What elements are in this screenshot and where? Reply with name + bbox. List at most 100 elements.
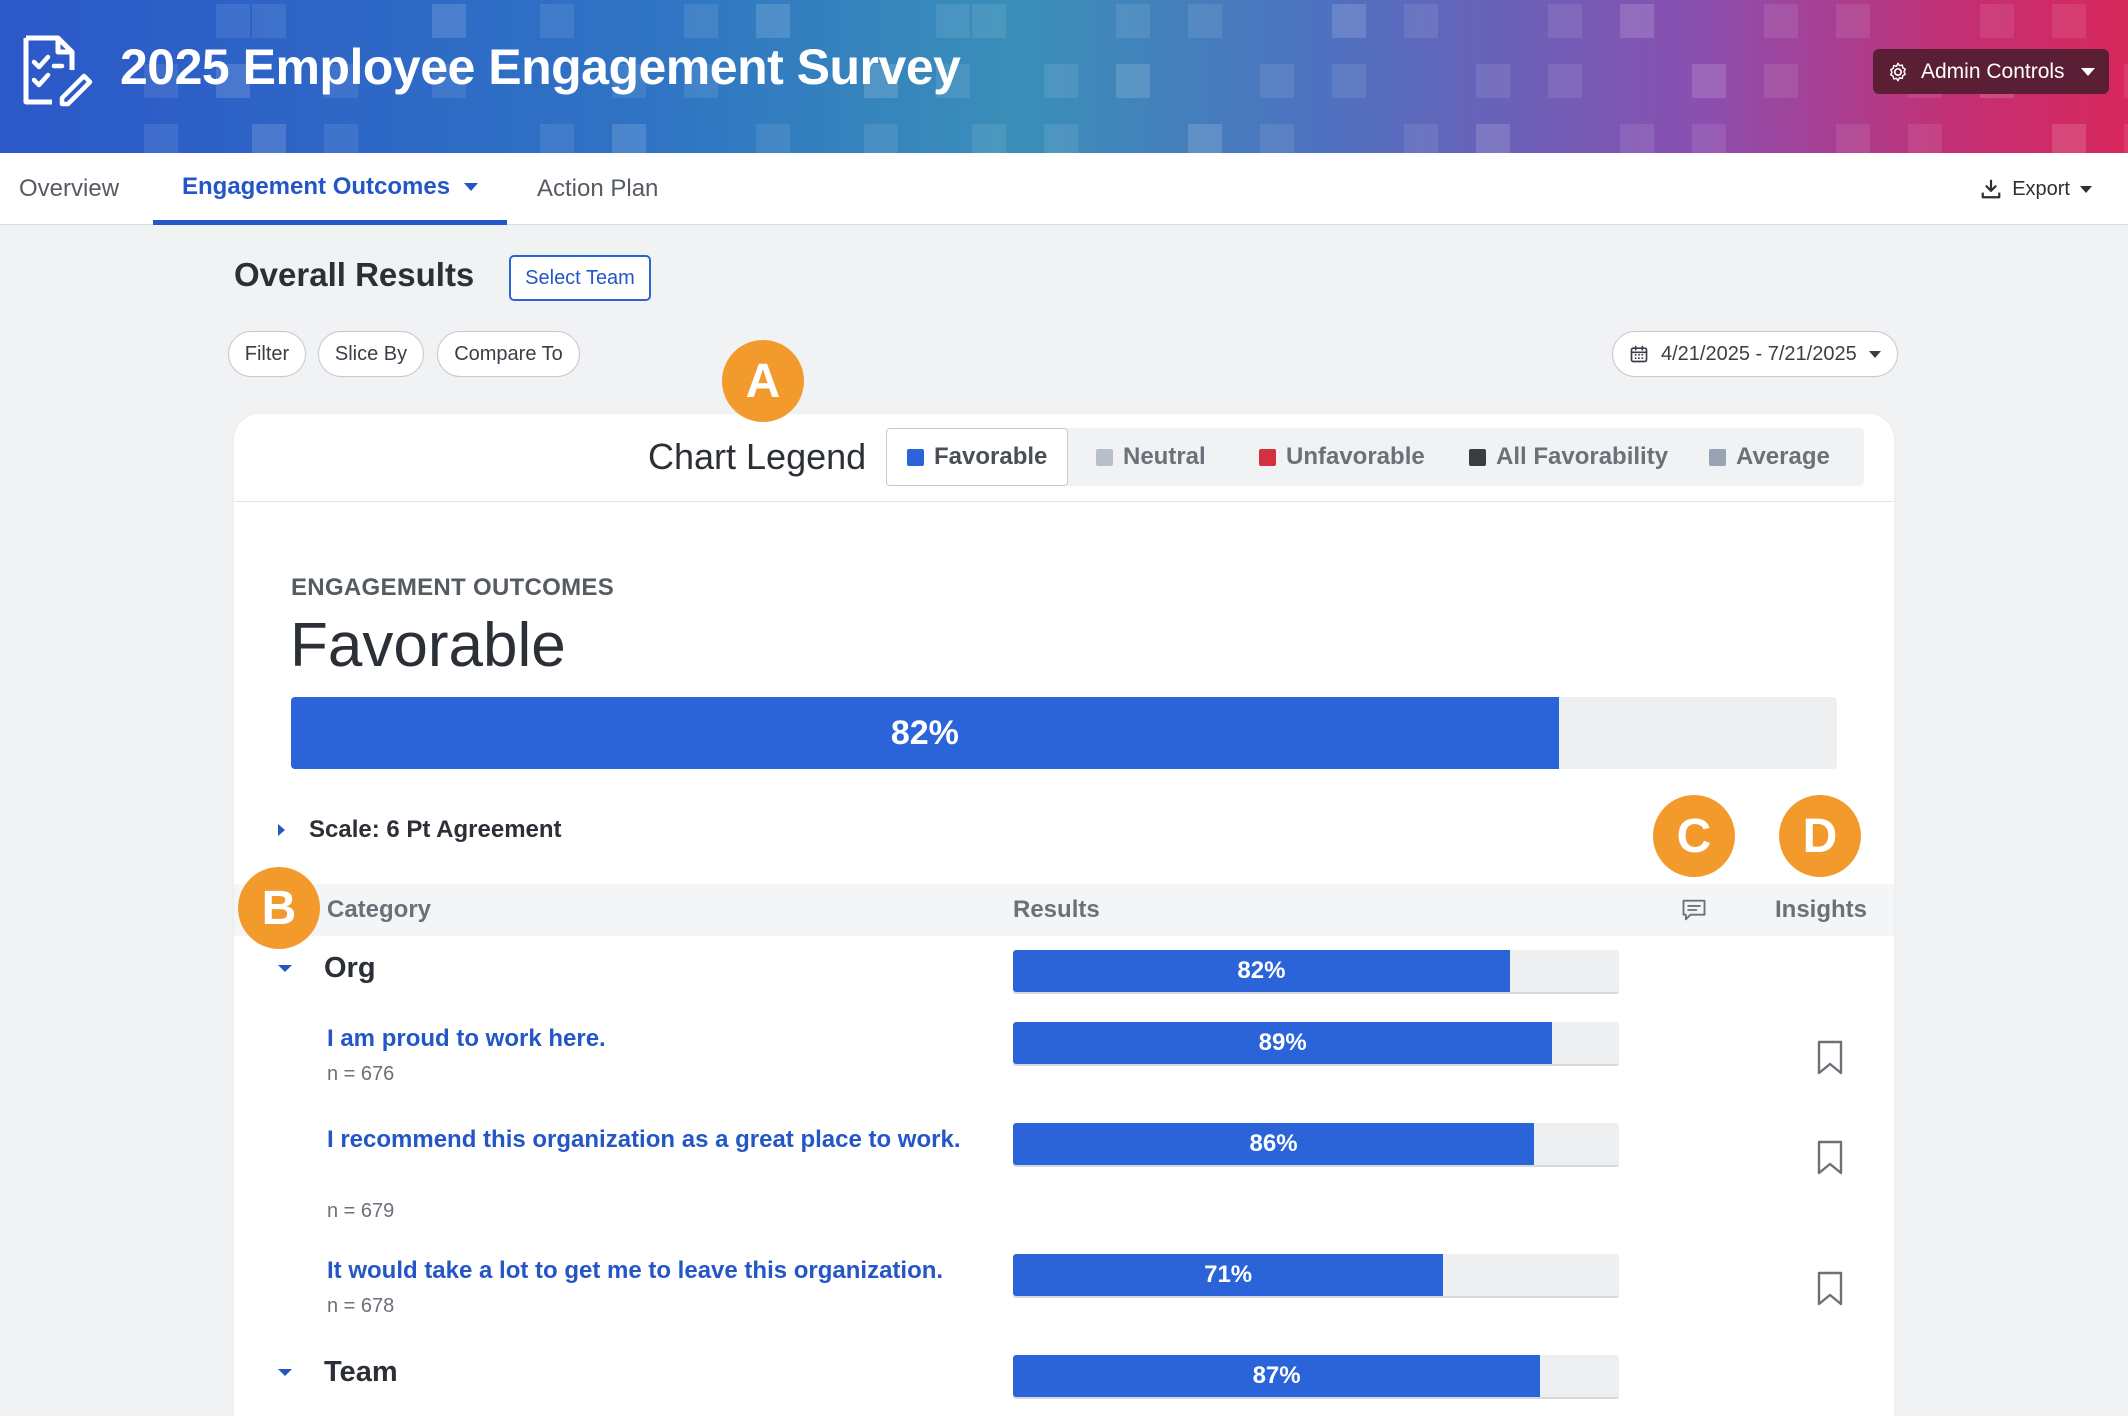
legend-average[interactable]: Average — [1709, 428, 1830, 486]
result-bar: 82% — [1013, 950, 1619, 994]
header-tile — [1620, 124, 1654, 153]
result-bar-fill: 82% — [1013, 950, 1510, 992]
header-tile — [1836, 4, 1870, 38]
bookmark-icon[interactable] — [1816, 1140, 1844, 1176]
page-title: 2025 Employee Engagement Survey — [120, 39, 961, 95]
legend-title: Chart Legend — [648, 436, 867, 477]
header-tile — [144, 124, 178, 153]
header-tile — [1476, 64, 1510, 98]
category-row-team[interactable]: Team — [278, 1356, 398, 1389]
bookmark-icon[interactable] — [1816, 1040, 1844, 1076]
callout-d: D — [1779, 795, 1861, 877]
legend-unfavorable[interactable]: Unfavorable — [1259, 428, 1425, 486]
result-bar: 71% — [1013, 1254, 1619, 1298]
result-bar: 86% — [1013, 1123, 1619, 1167]
header-tile — [972, 4, 1006, 38]
header-tile — [2052, 4, 2086, 38]
download-icon — [1981, 179, 2001, 199]
bookmark-icon[interactable] — [1816, 1271, 1844, 1307]
results-card: Chart Legend Favorable Neutral Unfavorab… — [234, 414, 1894, 1416]
header-tile — [1692, 64, 1726, 98]
header-tile — [252, 4, 286, 38]
date-range-picker[interactable]: 4/21/2025 - 7/21/2025 — [1612, 331, 1898, 377]
result-value: 82% — [1237, 957, 1286, 984]
section-label: ENGAGEMENT OUTCOMES — [291, 574, 615, 601]
response-count: n = 676 — [327, 1063, 395, 1085]
header-tile — [864, 124, 898, 153]
overall-favorable-bar: 82% — [291, 697, 1837, 769]
chevron-down-icon — [464, 182, 479, 191]
column-insights: Insights — [1775, 896, 1868, 923]
question-link[interactable]: I am proud to work here. — [327, 1021, 967, 1057]
column-results: Results — [1013, 896, 1100, 923]
legend-neutral[interactable]: Neutral — [1096, 428, 1206, 486]
header-tile — [1980, 4, 2014, 38]
header-tile — [756, 4, 790, 38]
header-tile — [216, 4, 250, 38]
category-label: Org — [324, 952, 376, 984]
legend-toggle-group: Favorable Neutral Unfavorable All Favora… — [886, 428, 1864, 486]
header-tile — [1620, 4, 1654, 38]
export-button[interactable]: Export — [1980, 153, 2092, 225]
header-tile — [1404, 4, 1438, 38]
chart-legend: Chart Legend Favorable Neutral Unfavorab… — [234, 414, 1894, 502]
question-link[interactable]: It would take a lot to get me to leave t… — [327, 1253, 967, 1289]
header-tile — [1116, 64, 1150, 98]
caret-right-icon — [278, 824, 285, 836]
result-bar: 87% — [1013, 1355, 1619, 1399]
admin-controls-button[interactable]: Admin Controls — [1873, 49, 2109, 94]
result-bar-fill: 87% — [1013, 1355, 1541, 1397]
scale-label: Scale: 6 Pt Agreement — [309, 816, 562, 843]
category-row-org[interactable]: Org — [278, 952, 376, 985]
result-value: 86% — [1249, 1130, 1298, 1157]
header-tile — [1764, 64, 1798, 98]
select-team-button[interactable]: Select Team — [509, 255, 651, 301]
unfavorable-swatch — [1259, 448, 1276, 466]
result-value: 89% — [1258, 1029, 1307, 1056]
header-tile — [2124, 124, 2128, 153]
overall-results-heading: Overall Results — [234, 256, 475, 293]
filter-button[interactable]: Filter — [228, 331, 306, 377]
header-tile — [936, 4, 970, 38]
header-tile — [1116, 4, 1150, 38]
top-nav: Overview Engagement Outcomes Action Plan… — [0, 153, 2128, 225]
chevron-down-icon — [1868, 350, 1881, 358]
header-tile — [1332, 4, 1366, 38]
header-tile — [612, 124, 646, 153]
header-tile — [540, 124, 574, 153]
result-bar: 89% — [1013, 1022, 1619, 1066]
calendar-icon — [1630, 345, 1648, 363]
header-tile — [1044, 124, 1078, 153]
caret-down-icon — [278, 965, 292, 972]
chevron-down-icon — [2080, 185, 2092, 193]
app-header: 2025 Employee Engagement Survey Admin Co… — [0, 0, 2128, 153]
header-tile — [2052, 124, 2086, 153]
neutral-swatch — [1096, 448, 1113, 466]
slice-by-button[interactable]: Slice By — [318, 331, 424, 377]
header-tile — [432, 4, 466, 38]
header-tile — [684, 4, 718, 38]
legend-favorable[interactable]: Favorable — [886, 428, 1069, 486]
question-link[interactable]: I recommend this organization as a great… — [327, 1122, 967, 1158]
response-count: n = 679 — [327, 1200, 395, 1222]
header-tile — [756, 124, 790, 153]
section-heading: Favorable — [290, 611, 566, 680]
result-value: 71% — [1204, 1261, 1253, 1288]
header-tile — [324, 124, 358, 153]
date-range-label: 4/21/2025 - 7/21/2025 — [1661, 342, 1857, 365]
tab-overview[interactable]: Overview — [19, 153, 119, 225]
legend-all-favorability-label: All Favorability — [1496, 443, 1669, 470]
callout-b: B — [238, 867, 320, 949]
callout-c: C — [1653, 795, 1735, 877]
column-comments[interactable] — [1680, 884, 1708, 936]
header-tile — [1332, 64, 1366, 98]
tab-action-plan[interactable]: Action Plan — [537, 153, 658, 225]
header-tile — [972, 124, 1006, 153]
tab-engagement-outcomes[interactable]: Engagement Outcomes — [153, 153, 508, 225]
legend-all-favorability[interactable]: All Favorability — [1469, 428, 1668, 486]
comment-icon — [1682, 899, 1706, 921]
header-tile — [540, 4, 574, 38]
all-favorability-swatch — [1469, 448, 1486, 466]
scale-toggle[interactable]: Scale: 6 Pt Agreement — [278, 816, 562, 844]
compare-to-button[interactable]: Compare To — [437, 331, 580, 377]
